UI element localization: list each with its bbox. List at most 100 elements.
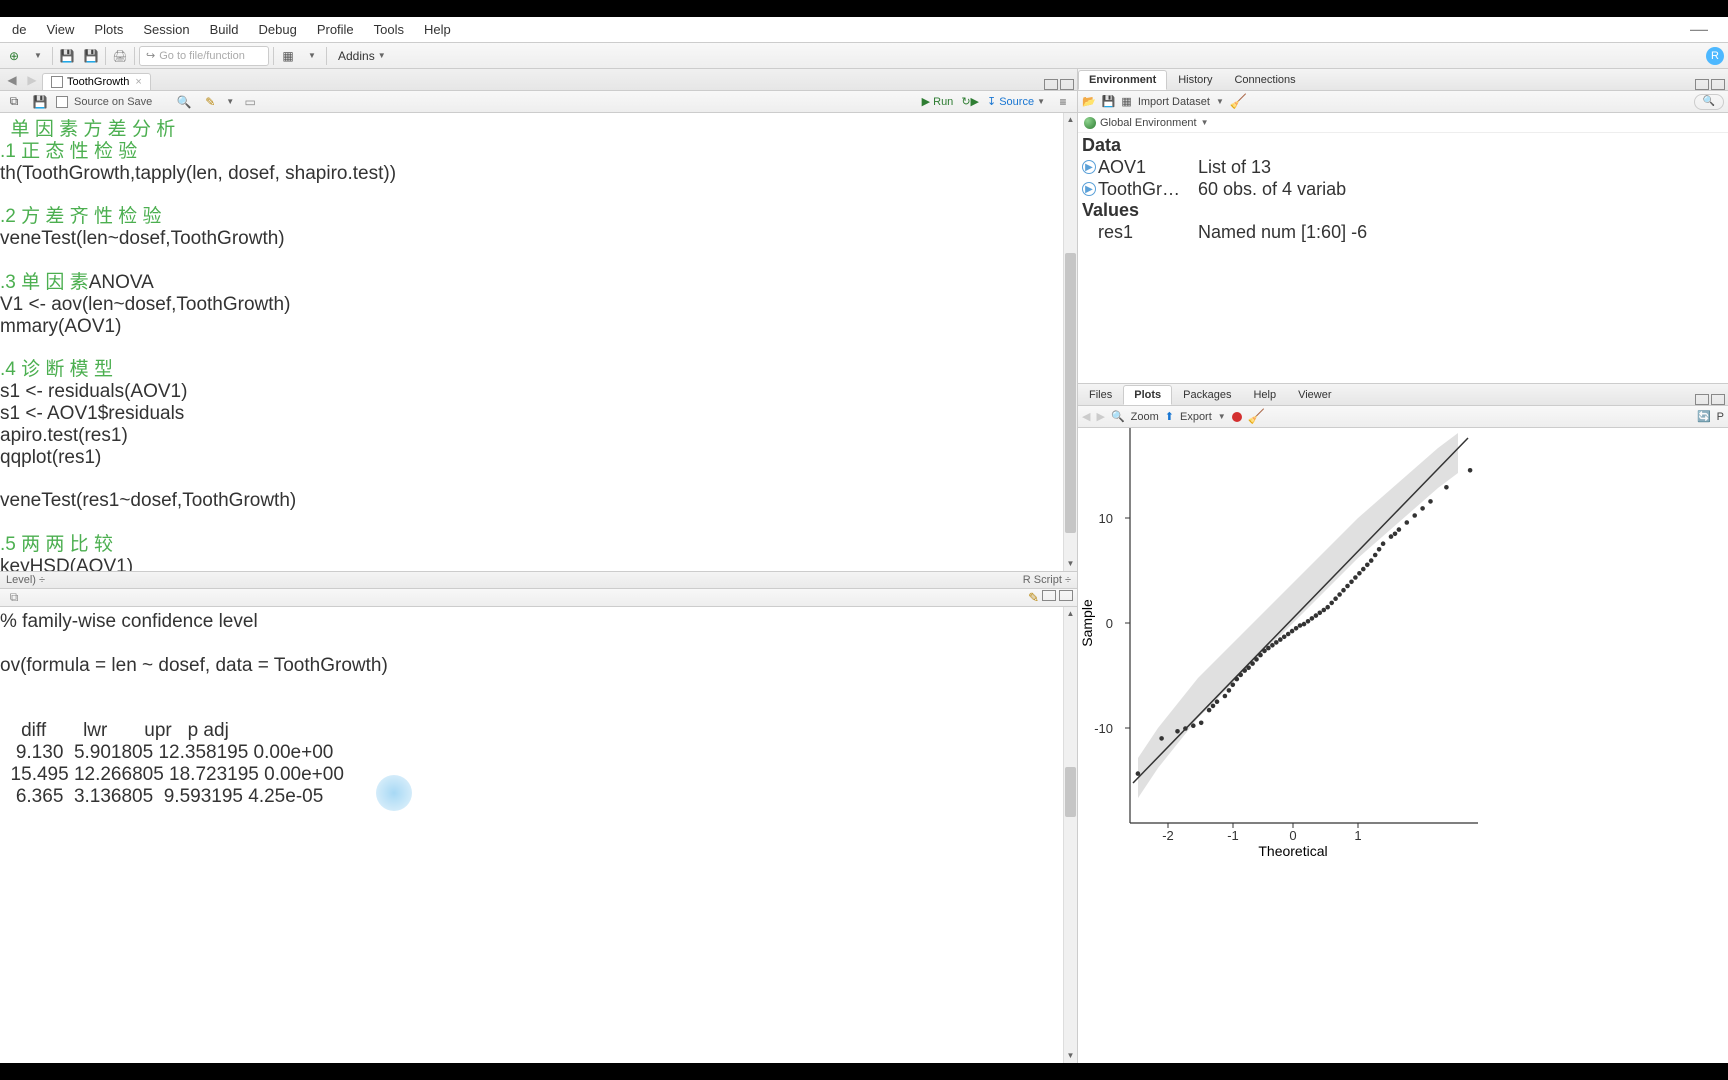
report-icon[interactable]: ▭ bbox=[240, 92, 260, 112]
menu-item[interactable]: Plots bbox=[84, 18, 133, 41]
tab-plots[interactable]: Plots bbox=[1123, 385, 1172, 405]
scroll-thumb[interactable] bbox=[1065, 253, 1076, 533]
remove-plot-icon[interactable] bbox=[1232, 412, 1242, 422]
minimize-pane-icon[interactable] bbox=[1042, 590, 1056, 601]
broom-icon[interactable]: ✎ bbox=[1028, 590, 1039, 606]
project-icon[interactable]: R bbox=[1706, 47, 1724, 65]
addins-button[interactable]: Addins ▼ bbox=[331, 46, 393, 66]
scroll-down-icon[interactable]: ▼ bbox=[1064, 557, 1077, 571]
minimize-pane-icon[interactable] bbox=[1044, 79, 1058, 90]
save-icon[interactable]: 💾 bbox=[1102, 95, 1116, 108]
rerun-icon[interactable]: ↻▶ bbox=[961, 95, 979, 108]
ytick: -10 bbox=[1094, 721, 1113, 736]
env-row[interactable]: ▶ AOV1 List of 13 bbox=[1082, 156, 1724, 178]
run-button[interactable]: ▶ Run bbox=[922, 95, 954, 108]
scroll-thumb[interactable] bbox=[1065, 767, 1076, 817]
maximize-pane-icon[interactable] bbox=[1711, 394, 1725, 405]
nav-back-icon[interactable]: ◀ bbox=[2, 70, 22, 90]
env-var-name: AOV1 bbox=[1098, 157, 1198, 178]
env-row[interactable]: ▶ ToothGr… 60 obs. of 4 variab bbox=[1082, 178, 1724, 200]
env-search[interactable]: 🔍 bbox=[1694, 94, 1724, 110]
menu-item[interactable]: Debug bbox=[249, 18, 307, 41]
plot-next-icon[interactable]: ▶ bbox=[1096, 410, 1104, 423]
export-icon: ⬆ bbox=[1165, 410, 1174, 423]
code-editor[interactable]: 单 因 素 方 差 分 析.1 正 态 性 检 验th(ToothGrowth,… bbox=[0, 113, 1077, 571]
maximize-pane-icon[interactable] bbox=[1711, 79, 1725, 90]
zoom-icon: 🔍 bbox=[1111, 410, 1125, 423]
tab-packages[interactable]: Packages bbox=[1172, 385, 1242, 405]
wand-icon[interactable]: ✎ bbox=[200, 92, 220, 112]
menu-item[interactable]: View bbox=[36, 18, 84, 41]
dropdown-caret-icon[interactable]: ▼ bbox=[226, 97, 234, 106]
export-button[interactable]: Export bbox=[1180, 411, 1212, 423]
env-scope[interactable]: Global Environment ▼ bbox=[1078, 113, 1728, 133]
minimize-pane-icon[interactable] bbox=[1695, 394, 1709, 405]
dropdown-caret-icon[interactable]: ▼ bbox=[302, 46, 322, 66]
scroll-down-icon[interactable]: ▼ bbox=[1064, 1049, 1077, 1063]
dropdown-caret-icon[interactable]: ▼ bbox=[28, 46, 48, 66]
zoom-button[interactable]: Zoom bbox=[1131, 411, 1159, 423]
tab-viewer[interactable]: Viewer bbox=[1287, 385, 1342, 405]
close-icon[interactable]: × bbox=[135, 76, 141, 88]
source-on-save-checkbox[interactable] bbox=[56, 96, 68, 108]
menu-item[interactable]: Build bbox=[200, 18, 249, 41]
source-toolbar: ⧉ 💾 Source on Save 🔍 ✎ ▼ ▭ ▶ Run ↻▶ ↧ So… bbox=[0, 91, 1077, 113]
expand-icon[interactable]: ▶ bbox=[1082, 182, 1096, 196]
env-row[interactable]: res1 Named num [1:60] -6 bbox=[1082, 221, 1724, 243]
run-label: Run bbox=[933, 96, 953, 108]
menu-item[interactable]: de bbox=[2, 18, 36, 41]
nav-fwd-icon[interactable]: ▶ bbox=[22, 70, 42, 90]
dropdown-caret-icon[interactable]: ▼ bbox=[1216, 97, 1224, 106]
globe-icon bbox=[1084, 117, 1096, 129]
save-all-icon[interactable]: 💾 bbox=[81, 46, 101, 66]
goto-file-input[interactable]: ↪ Go to file/function bbox=[139, 46, 269, 66]
env-var-value: Named num [1:60] -6 bbox=[1198, 222, 1724, 243]
tab-connections[interactable]: Connections bbox=[1223, 70, 1306, 90]
grid-icon[interactable]: ▦ bbox=[278, 46, 298, 66]
editor-scrollbar[interactable]: ▲ ▼ bbox=[1063, 113, 1077, 571]
tab-help[interactable]: Help bbox=[1242, 385, 1287, 405]
tab-toothgrowth[interactable]: ToothGrowth × bbox=[42, 73, 151, 90]
menu-item[interactable]: Help bbox=[414, 18, 461, 41]
window-bottom-bar bbox=[0, 1063, 1728, 1080]
save-icon[interactable]: 💾 bbox=[30, 92, 50, 112]
minimize-pane-icon[interactable] bbox=[1695, 79, 1709, 90]
maximize-pane-icon[interactable] bbox=[1059, 590, 1073, 601]
publish-label: P bbox=[1717, 411, 1724, 423]
minimize-icon[interactable]: — bbox=[1690, 19, 1728, 40]
import-dataset-button[interactable]: Import Dataset bbox=[1138, 96, 1210, 108]
dropdown-caret-icon: ▼ bbox=[378, 51, 386, 60]
scroll-up-icon[interactable]: ▲ bbox=[1064, 607, 1077, 621]
source-button[interactable]: ↧ Source ▼ bbox=[987, 95, 1045, 108]
plots-tabs: Files Plots Packages Help Viewer bbox=[1078, 384, 1728, 406]
tab-history[interactable]: History bbox=[1167, 70, 1223, 90]
broom-icon[interactable]: 🧹 bbox=[1230, 93, 1247, 110]
maximize-pane-icon[interactable] bbox=[1060, 79, 1074, 90]
scroll-up-icon[interactable]: ▲ bbox=[1064, 113, 1077, 127]
console-icon[interactable]: ⧉ bbox=[4, 588, 24, 608]
tab-files[interactable]: Files bbox=[1078, 385, 1123, 405]
popout-icon[interactable]: ⧉ bbox=[4, 92, 24, 112]
menu-item[interactable]: Profile bbox=[307, 18, 364, 41]
dropdown-caret-icon[interactable]: ▼ bbox=[1218, 412, 1226, 421]
expand-icon[interactable]: ▶ bbox=[1082, 160, 1096, 174]
env-section-data: Data bbox=[1082, 135, 1724, 156]
print-icon[interactable]: 🖨 bbox=[110, 46, 130, 66]
clear-plots-icon[interactable]: 🧹 bbox=[1248, 408, 1265, 425]
menu-item[interactable]: Session bbox=[133, 18, 199, 41]
env-toolbar: 📂 💾 ▦ Import Dataset ▼ 🧹 🔍 bbox=[1078, 91, 1728, 113]
plot-prev-icon[interactable]: ◀ bbox=[1082, 410, 1090, 423]
new-file-icon[interactable]: ⊕ bbox=[4, 46, 24, 66]
load-icon[interactable]: 📂 bbox=[1082, 95, 1096, 108]
confidence-band bbox=[1138, 433, 1458, 798]
console-scrollbar[interactable]: ▲ ▼ bbox=[1063, 607, 1077, 1063]
find-icon[interactable]: 🔍 bbox=[174, 92, 194, 112]
xtick: 0 bbox=[1289, 828, 1296, 843]
tab-environment[interactable]: Environment bbox=[1078, 70, 1167, 90]
outline-icon[interactable]: ≡ bbox=[1053, 92, 1073, 112]
save-icon[interactable]: 💾 bbox=[57, 46, 77, 66]
publish-icon[interactable]: 🔄 bbox=[1697, 410, 1711, 423]
menubar: de View Plots Session Build Debug Profil… bbox=[0, 17, 1728, 43]
console[interactable]: % family-wise confidence level ov(formul… bbox=[0, 607, 1077, 1063]
menu-item[interactable]: Tools bbox=[364, 18, 414, 41]
